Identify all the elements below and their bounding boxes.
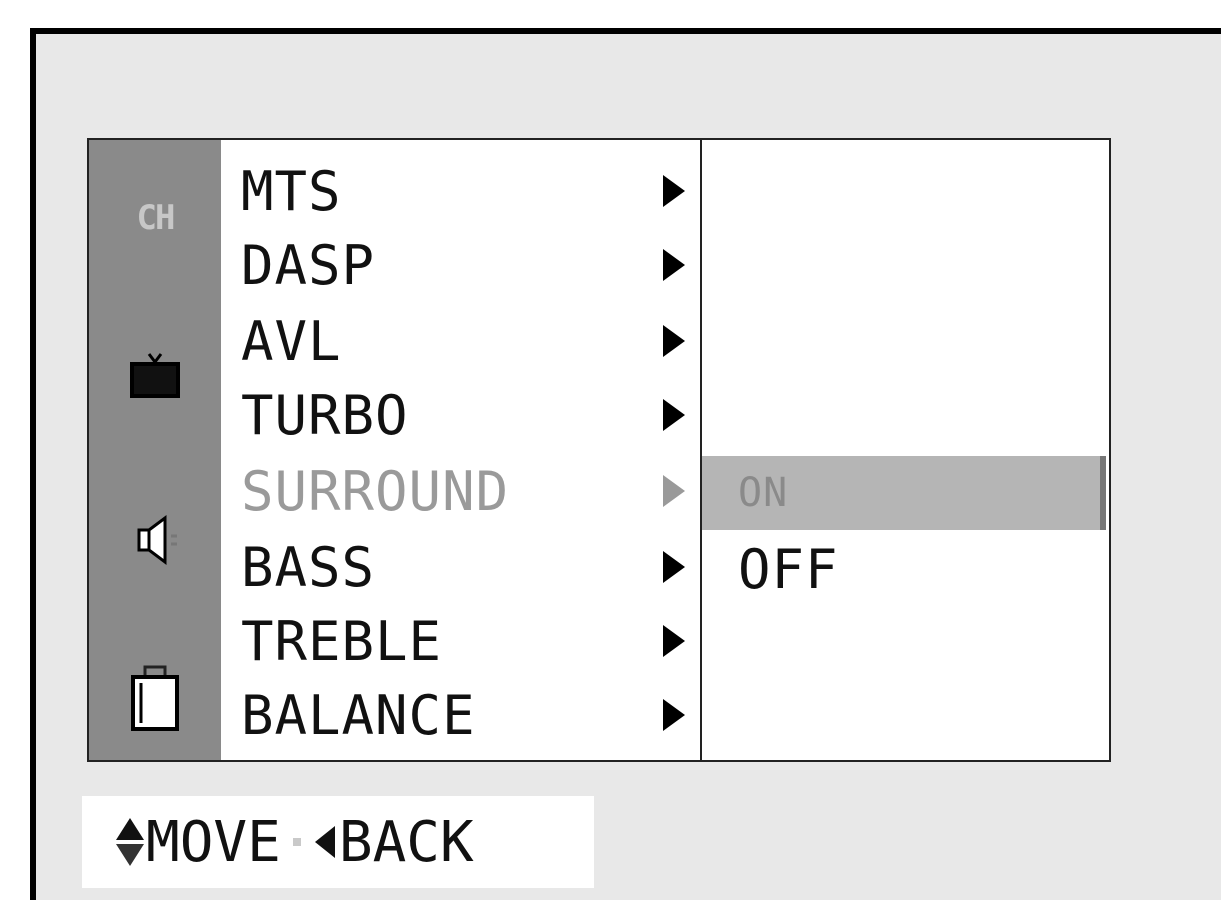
chevron-right-icon [663,325,685,357]
menu-item-label: TREBLE [241,609,443,673]
menu-item-mts[interactable]: MTS [241,154,701,228]
menu-item-label: BASS [241,535,376,599]
chevron-right-icon [663,249,685,281]
audio-menu-panel: CH MTS DASP AVL TURBO SURROUND BASS TREB… [87,138,1111,762]
menu-item-avl[interactable]: AVL [241,304,701,378]
lock-icon[interactable] [105,658,205,738]
up-down-arrow-icon [116,818,144,866]
move-hint: MOVE [114,810,281,875]
chevron-right-icon [663,175,685,207]
menu-item-label: SURROUND [241,459,510,523]
menu-item-label: AVL [241,309,342,373]
category-rail: CH [89,140,221,760]
menu-item-surround[interactable]: SURROUND [241,454,701,528]
chevron-right-icon [663,475,685,507]
menu-item-label: DASP [241,233,376,297]
menu-item-bass[interactable]: BASS [241,530,701,604]
menu-item-label: MTS [241,159,342,223]
left-arrow-icon [314,826,335,858]
move-label: MOVE [146,809,281,875]
option-label: ON [738,470,789,516]
menu-item-label: BALANCE [241,683,476,747]
chevron-right-icon [663,625,685,657]
option-on[interactable]: ON [702,456,1106,530]
hint-separator [292,838,301,846]
chevron-right-icon [663,551,685,583]
channel-icon-label: CH [136,198,176,238]
chevron-right-icon [663,699,685,731]
back-hint: BACK [313,810,474,875]
audio-icon[interactable] [105,500,205,580]
picture-icon[interactable] [105,332,205,412]
menu-item-turbo[interactable]: TURBO [241,378,701,452]
channel-icon[interactable]: CH [105,178,205,258]
option-label: OFF [738,537,839,601]
chevron-right-icon [663,399,685,431]
menu-item-treble[interactable]: TREBLE [241,604,701,678]
menu-item-balance[interactable]: BALANCE [241,678,701,752]
menu-item-dasp[interactable]: DASP [241,228,701,302]
back-label: BACK [338,809,474,875]
navigation-hints: MOVE BACK [82,796,594,888]
menu-item-label: TURBO [241,383,409,447]
option-off[interactable]: OFF [702,532,1106,606]
